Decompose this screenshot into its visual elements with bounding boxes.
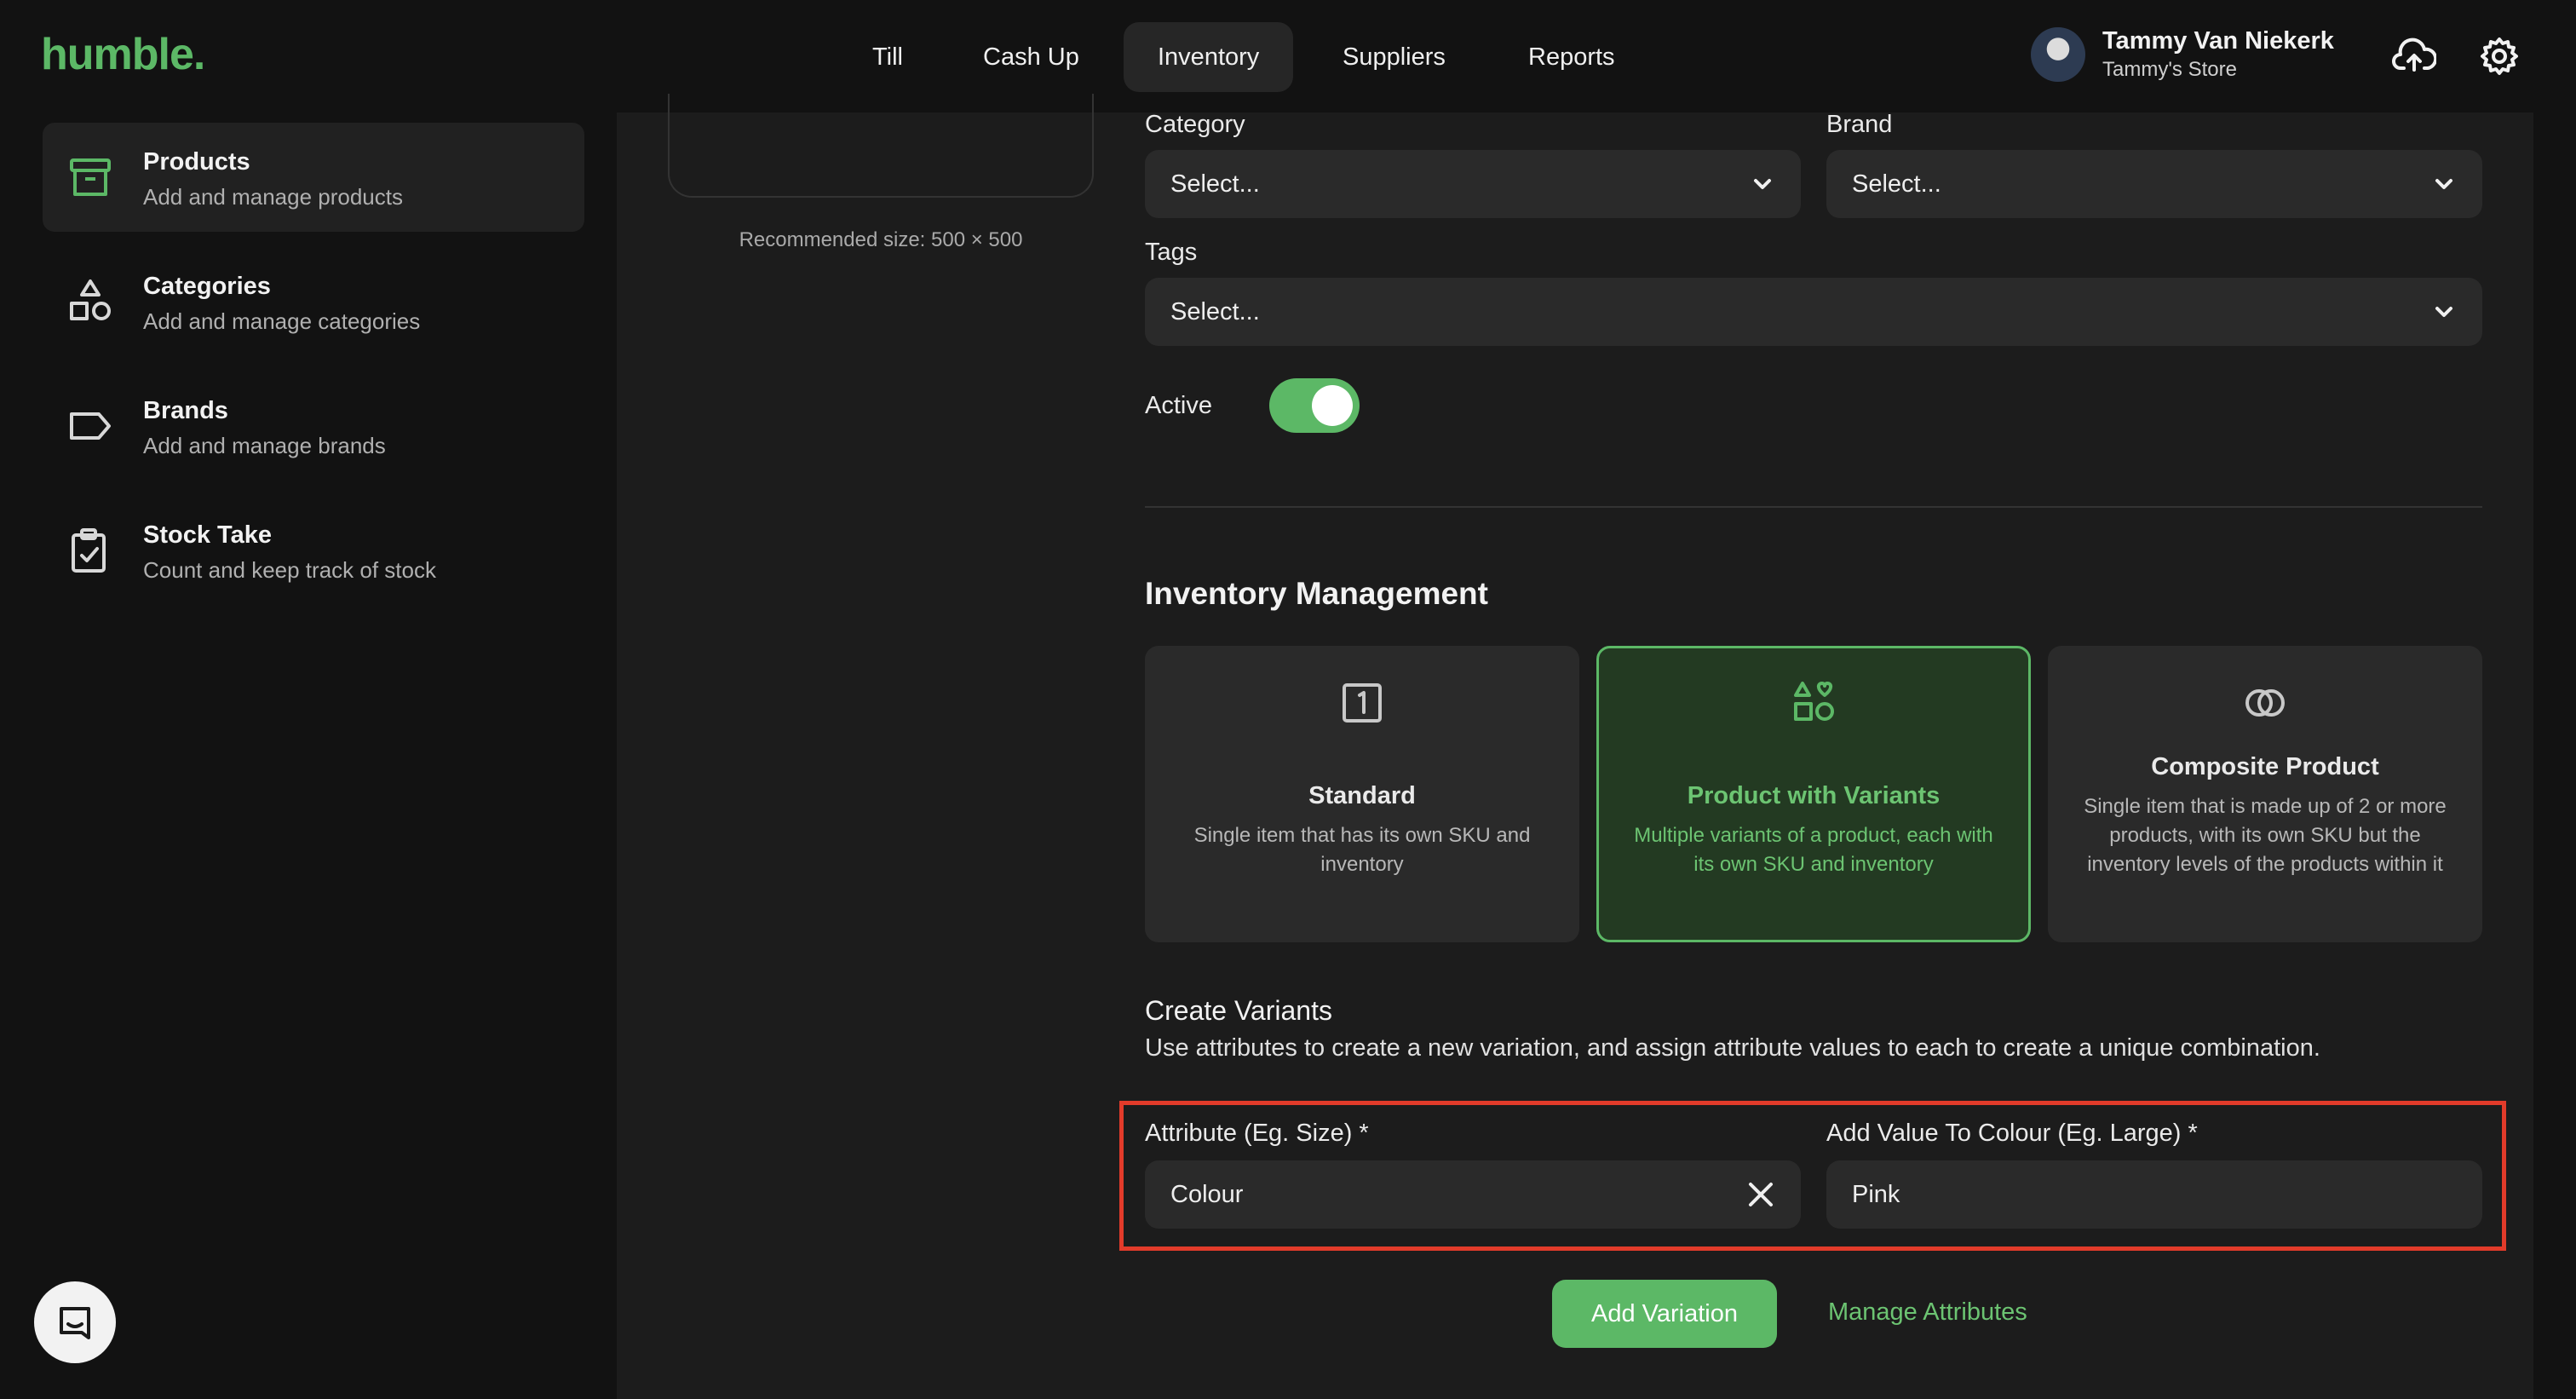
value-input-value: Pink: [1852, 1180, 1900, 1208]
attribute-input-value: Colour: [1170, 1180, 1244, 1208]
value-label: Add Value To Colour (Eg. Large) *: [1826, 1120, 2198, 1147]
nav-cash-up[interactable]: Cash Up: [949, 22, 1113, 92]
sidebar-item-subtitle: Add and manage brands: [143, 433, 386, 458]
chat-button[interactable]: [34, 1281, 116, 1363]
create-variants-title: Create Variants: [1145, 995, 1332, 1026]
card-title: Composite Product: [2151, 753, 2379, 780]
clipboard-check-icon: [66, 527, 114, 574]
nav-suppliers[interactable]: Suppliers: [1308, 22, 1480, 92]
category-select-value: Select...: [1170, 170, 1260, 198]
nav-reports[interactable]: Reports: [1494, 22, 1649, 92]
sidebar-item-title: Brands: [143, 397, 228, 424]
tag-icon: [66, 402, 114, 450]
manage-attributes-link[interactable]: Manage Attributes: [1828, 1298, 2027, 1327]
sidebar-item-title: Stock Take: [143, 521, 272, 549]
brand-select-value: Select...: [1852, 170, 1941, 198]
overlap-circles-icon: [2245, 689, 2285, 717]
product-image-dropzone[interactable]: [668, 94, 1094, 198]
close-icon[interactable]: [1746, 1180, 1775, 1209]
brand-label: Brand: [1826, 111, 1893, 138]
tags-label: Tags: [1145, 239, 1198, 266]
app-logo[interactable]: humble.: [41, 29, 205, 80]
active-label: Active: [1145, 392, 1212, 419]
chevron-down-icon: [2435, 307, 2452, 317]
cloud-upload-icon[interactable]: [2389, 31, 2440, 82]
active-toggle[interactable]: [1269, 378, 1360, 433]
card-standard[interactable]: Standard Single item that has its own SK…: [1145, 646, 1579, 942]
image-size-hint: Recommended size: 500 × 500: [739, 228, 1023, 251]
archive-icon: [66, 153, 114, 201]
inventory-management-title: Inventory Management: [1145, 576, 1488, 611]
nav-inventory[interactable]: Inventory: [1124, 22, 1294, 92]
category-select[interactable]: Select...: [1145, 150, 1801, 218]
nav-till[interactable]: Till: [838, 22, 937, 92]
sidebar-item-categories[interactable]: Categories Add and manage categories: [43, 247, 584, 356]
sidebar-item-stock-take[interactable]: Stock Take Count and keep track of stock: [43, 496, 584, 605]
sidebar-item-title: Categories: [143, 273, 271, 300]
shapes-heart-icon: [1794, 682, 1834, 721]
sidebar-item-subtitle: Add and manage products: [143, 184, 403, 210]
attribute-input[interactable]: Colour: [1145, 1160, 1801, 1229]
card-description: Single item that has its own SKU and inv…: [1193, 824, 1531, 876]
gear-icon[interactable]: [2474, 31, 2525, 82]
user-name[interactable]: Tammy Van Niekerk: [2102, 27, 2334, 55]
attribute-label: Attribute (Eg. Size) *: [1145, 1120, 1369, 1147]
card-title: Standard: [1308, 782, 1416, 809]
sidebar-item-products[interactable]: Products Add and manage products: [43, 123, 584, 232]
card-composite-product[interactable]: Composite Product Single item that is ma…: [2048, 646, 2482, 942]
card-description: Single item that is made up of 2 or more…: [2084, 795, 2447, 876]
divider: [1145, 506, 2482, 508]
card-title: Product with Variants: [1687, 782, 1941, 809]
sidebar-item-title: Products: [143, 148, 250, 176]
sidebar-item-subtitle: Count and keep track of stock: [143, 557, 436, 583]
sidebar-item-brands[interactable]: Brands Add and manage brands: [43, 371, 584, 481]
chevron-down-icon: [1754, 179, 1771, 189]
square-one-icon: [1343, 683, 1382, 723]
card-description: Multiple variants of a product, each wit…: [1634, 824, 1993, 876]
avatar[interactable]: [2031, 27, 2085, 82]
brand-select[interactable]: Select...: [1826, 150, 2482, 218]
add-variation-button[interactable]: Add Variation: [1552, 1280, 1777, 1348]
sidebar-item-subtitle: Add and manage categories: [143, 308, 421, 334]
toggle-knob: [1312, 385, 1353, 426]
user-store[interactable]: Tammy's Store: [2102, 58, 2237, 82]
card-product-with-variants[interactable]: Product with Variants Multiple variants …: [1596, 646, 2031, 942]
shapes-icon: [66, 278, 114, 325]
category-label: Category: [1145, 111, 1245, 138]
chevron-down-icon: [2435, 179, 2452, 189]
value-input[interactable]: Pink: [1826, 1160, 2482, 1229]
tags-select-value: Select...: [1170, 297, 1260, 325]
create-variants-description: Use attributes to create a new variation…: [1145, 1034, 2320, 1062]
chat-icon: [60, 1307, 90, 1339]
tags-select[interactable]: Select...: [1145, 278, 2482, 346]
